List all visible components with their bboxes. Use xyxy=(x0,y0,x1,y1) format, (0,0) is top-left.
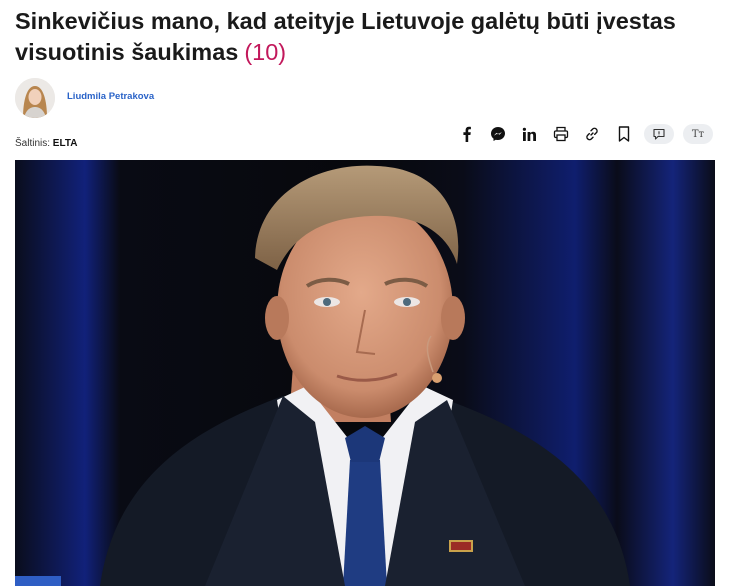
linkedin-icon[interactable] xyxy=(518,123,540,145)
photo-gallery-badge[interactable] xyxy=(15,576,61,586)
text-size-button[interactable]: Tт xyxy=(683,124,713,144)
article-photo xyxy=(15,160,715,586)
link-icon[interactable] xyxy=(581,123,603,145)
comments-button[interactable] xyxy=(644,124,674,144)
share-toolbar: Tт xyxy=(455,123,722,145)
source-line: Šaltinis: ELTA xyxy=(15,138,77,149)
messenger-icon[interactable] xyxy=(487,123,509,145)
author-link[interactable]: Liudmila Petrakova xyxy=(67,91,154,102)
facebook-icon[interactable] xyxy=(455,123,477,145)
comment-count[interactable]: (10) xyxy=(244,39,286,65)
text-size-icon: Tт xyxy=(691,128,705,140)
comments-icon xyxy=(653,128,665,140)
article-title-text: Sinkevičius mano, kad ateityje Lietuvoje… xyxy=(15,8,676,65)
source-label: Šaltinis: xyxy=(15,138,51,149)
bookmark-icon[interactable] xyxy=(613,123,635,145)
print-icon[interactable] xyxy=(550,123,572,145)
author-photo xyxy=(15,78,55,118)
source-name: ELTA xyxy=(52,138,78,149)
article-title: Sinkevičius mano, kad ateityje Lietuvoje… xyxy=(15,6,730,68)
portrait-image xyxy=(15,160,715,586)
author-avatar[interactable] xyxy=(15,78,55,118)
